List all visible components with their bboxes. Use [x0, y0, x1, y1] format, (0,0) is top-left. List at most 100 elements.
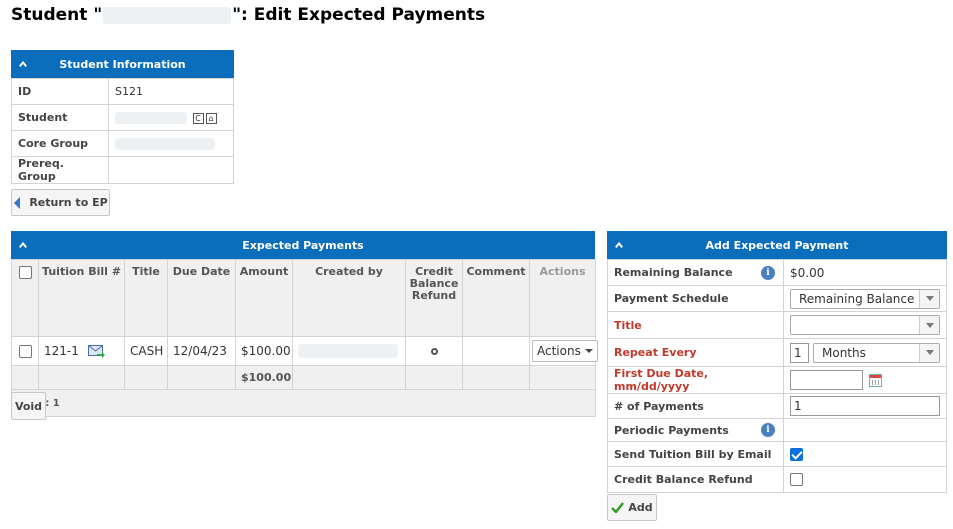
col-header-title[interactable]: Title — [124, 259, 168, 337]
remaining-balance-label-cell: Remaining Balance i — [607, 259, 784, 286]
form-row: Remaining Balance i $0.00 — [607, 259, 947, 286]
title-cell: CASH — [124, 336, 168, 366]
chevron-down-icon — [919, 343, 939, 362]
actions-dropdown[interactable]: Actions — [532, 340, 598, 362]
page-title: Student " ": Edit Expected Payments — [11, 5, 485, 25]
chevron-down-icon — [584, 349, 593, 353]
credit-balance-refund-cell — [405, 336, 463, 366]
add-expected-payment-panel: Add Expected Payment Remaining Balance i… — [607, 231, 947, 493]
add-payment-form: Remaining Balance i $0.00 Payment Schedu… — [607, 259, 947, 493]
select-all-checkbox[interactable] — [18, 266, 32, 279]
total-empty-cell — [462, 365, 530, 390]
collapse-caret-icon[interactable] — [19, 241, 27, 249]
credit-refund-cell — [783, 466, 947, 493]
first-due-date-label: First Due Date, mm/dd/yyyy — [607, 366, 784, 394]
info-icon[interactable]: i — [761, 265, 775, 280]
num-payments-cell: 1 — [783, 393, 947, 419]
calendar-icon[interactable] — [869, 373, 882, 387]
send-bill-label: Send Tuition Bill by Email — [607, 441, 784, 467]
chevron-down-icon — [919, 316, 939, 334]
actions-label: Actions — [537, 344, 581, 358]
form-row: # of Payments 1 — [607, 393, 947, 419]
periodic-payments-value — [783, 418, 947, 442]
total-amount-row: $100.00 — [11, 365, 596, 390]
return-to-ep-label: Return to EP — [29, 196, 108, 209]
info-icon[interactable]: i — [761, 423, 775, 437]
prereq-group-value — [108, 156, 234, 184]
num-payments-label: # of Payments — [607, 393, 784, 419]
payment-schedule-label: Payment Schedule — [607, 285, 784, 312]
credit-refund-label: Credit Balance Refund — [607, 466, 784, 493]
add-button[interactable]: Add — [607, 494, 657, 521]
expected-payments-title: Expected Payments — [242, 238, 364, 252]
total-count-row: Total: 1 — [11, 389, 596, 417]
email-bill-icon[interactable] — [87, 345, 106, 358]
payment-schedule-select[interactable]: Remaining Balance ... — [790, 288, 940, 309]
add-expected-payment-title: Add Expected Payment — [705, 238, 849, 252]
add-expected-payment-header[interactable]: Add Expected Payment — [607, 231, 947, 259]
title-select[interactable] — [790, 315, 940, 335]
form-row: Send Tuition Bill by Email — [607, 441, 947, 467]
row-checkbox[interactable] — [18, 345, 32, 358]
return-to-ep-button[interactable]: Return to EP — [11, 189, 110, 216]
remaining-balance-label: Remaining Balance — [614, 266, 733, 279]
total-empty-cell — [11, 365, 39, 390]
created-by-cell — [292, 336, 406, 366]
chevron-down-icon — [919, 289, 939, 308]
total-empty-cell — [167, 365, 236, 390]
total-empty-cell — [405, 365, 463, 390]
student-info-table: ID S121 Student C ⌂ Core Group Prereq. Gr… — [11, 78, 234, 184]
send-bill-cell — [783, 441, 947, 467]
col-header-due-date[interactable]: Due Date — [167, 259, 236, 337]
redacted-core-group — [115, 138, 215, 150]
student-info-panel: Student Information ID S121 Student C ⌂ C… — [11, 50, 234, 184]
col-header-created-by[interactable]: Created by — [292, 259, 406, 337]
collapse-caret-icon[interactable] — [615, 241, 623, 249]
form-row: Credit Balance Refund — [607, 466, 947, 493]
col-header-comment[interactable]: Comment — [462, 259, 530, 337]
expected-payments-header[interactable]: Expected Payments — [11, 231, 595, 259]
id-label: ID — [11, 78, 109, 105]
redacted-student-value — [115, 112, 187, 124]
actions-cell: Actions — [529, 336, 598, 366]
num-payments-input[interactable]: 1 — [790, 396, 940, 416]
table-header-row: Tuition Bill # Title Due Date Amount Cre… — [11, 259, 596, 337]
tuition-bill-cell: 121-1 — [38, 336, 125, 366]
col-header-credit-balance-refund[interactable]: Credit Balance Refund — [405, 259, 463, 337]
repeat-every-unit-value: Months — [822, 345, 866, 360]
col-header-actions: Actions — [529, 259, 596, 337]
student-label: Student — [11, 104, 109, 131]
credit-refund-checkbox[interactable] — [790, 473, 803, 487]
collapse-caret-icon[interactable] — [19, 60, 27, 68]
student-home-icon[interactable]: ⌂ — [205, 112, 217, 124]
send-bill-checkbox[interactable] — [790, 447, 803, 461]
page-title-suffix: ": Edit Expected Payments — [232, 5, 486, 25]
form-row: Payment Schedule Remaining Balance ... — [607, 285, 947, 312]
col-header-tuition-bill[interactable]: Tuition Bill # — [38, 259, 125, 337]
due-date-cell: 12/04/23 — [167, 336, 236, 366]
first-due-date-cell — [783, 366, 947, 394]
comment-cell — [462, 336, 530, 366]
tuition-bill-number[interactable]: 121-1 — [44, 344, 79, 358]
repeat-every-unit-select[interactable]: Months — [813, 342, 940, 363]
total-count: Total: 1 — [11, 389, 596, 417]
id-value: S121 — [108, 78, 234, 105]
amount-cell: $100.00 — [235, 336, 293, 366]
repeat-every-number-input[interactable]: 1 — [790, 342, 809, 363]
remaining-balance-value: $0.00 — [783, 259, 947, 286]
void-button[interactable]: Void — [11, 392, 46, 420]
expected-payments-table: Tuition Bill # Title Due Date Amount Cre… — [11, 259, 598, 417]
student-info-row: Student C ⌂ — [11, 104, 234, 131]
core-group-value-cell — [108, 130, 234, 157]
periodic-payments-label: Periodic Payments — [614, 423, 729, 437]
total-empty-cell — [38, 365, 125, 390]
refund-indicator-icon — [430, 348, 438, 355]
student-card-button[interactable]: C — [192, 112, 204, 124]
expected-payments-panel: Expected Payments Tuition Bill # Title D… — [11, 231, 598, 417]
repeat-every-label: Repeat Every — [607, 338, 784, 367]
first-due-date-input[interactable] — [790, 370, 863, 390]
total-empty-cell — [124, 365, 168, 390]
col-header-amount[interactable]: Amount — [235, 259, 293, 337]
payment-schedule-cell: Remaining Balance ... — [783, 285, 947, 312]
student-info-header[interactable]: Student Information — [11, 50, 234, 78]
